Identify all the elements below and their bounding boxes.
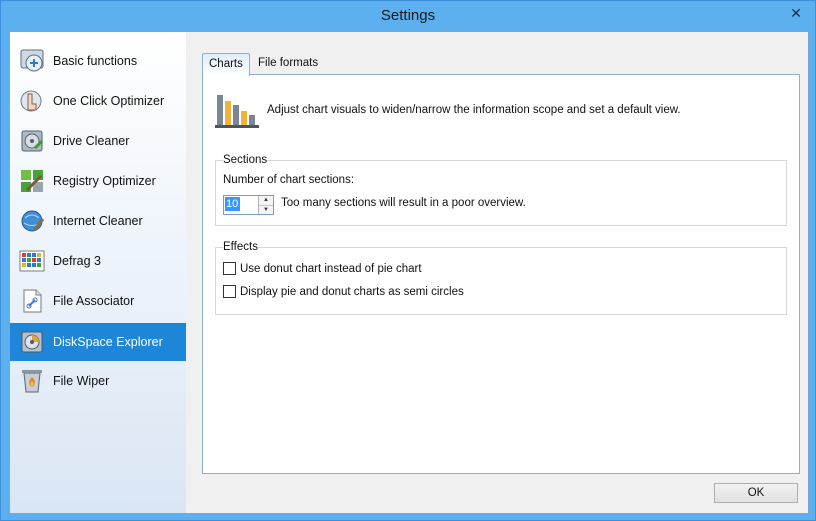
sidebar: Basic functions One Click Optimizer Driv… xyxy=(10,32,187,513)
donut-chart-checkbox[interactable] xyxy=(223,262,236,275)
semicircle-label[interactable]: Display pie and donut charts as semi cir… xyxy=(240,286,464,298)
sidebar-item-label: File Wiper xyxy=(53,374,110,388)
drive-cleaner-icon xyxy=(19,128,45,154)
internet-cleaner-icon xyxy=(19,208,45,234)
sidebar-item-defrag[interactable]: Defrag 3 xyxy=(10,242,186,280)
close-icon: ✕ xyxy=(790,5,802,21)
chart-sections-value[interactable]: 10 xyxy=(225,197,240,211)
effects-group-label: Effects xyxy=(223,241,258,253)
sidebar-item-file-associator[interactable]: File Associator xyxy=(10,282,186,320)
stepper-up-icon[interactable]: ▲ xyxy=(259,196,273,205)
donut-chart-label[interactable]: Use donut chart instead of pie chart xyxy=(240,263,422,275)
sidebar-item-label: DiskSpace Explorer xyxy=(53,335,163,349)
sidebar-item-label: Defrag 3 xyxy=(53,254,101,268)
one-click-optimizer-icon xyxy=(19,88,45,114)
sidebar-item-drive-cleaner[interactable]: Drive Cleaner xyxy=(10,122,186,160)
settings-content: Charts File formats Adjust chart visuals… xyxy=(186,32,808,513)
sidebar-item-diskspace-explorer[interactable]: DiskSpace Explorer xyxy=(10,323,186,361)
title-bar[interactable]: Settings ✕ xyxy=(1,1,815,31)
semicircle-checkbox[interactable] xyxy=(223,285,236,298)
file-associator-icon xyxy=(19,288,45,314)
charts-description: Adjust chart visuals to widen/narrow the… xyxy=(267,104,681,116)
bar-chart-icon xyxy=(215,91,259,131)
client-area: Basic functions One Click Optimizer Driv… xyxy=(9,31,809,514)
sidebar-item-label: Internet Cleaner xyxy=(53,214,143,228)
chart-sections-label: Number of chart sections: xyxy=(223,174,355,186)
close-button[interactable]: ✕ xyxy=(783,3,809,23)
stepper-buttons: ▲ ▼ xyxy=(258,196,273,214)
window-title: Settings xyxy=(380,7,436,24)
file-wiper-icon xyxy=(19,368,45,394)
tab-charts[interactable]: Charts xyxy=(202,53,250,76)
sidebar-item-file-wiper[interactable]: File Wiper xyxy=(10,362,186,400)
sidebar-item-label: File Associator xyxy=(53,294,135,308)
settings-window: Settings ✕ Basic functions One Click Opt… xyxy=(0,0,816,521)
sidebar-item-label: Drive Cleaner xyxy=(53,134,130,148)
charts-panel: Adjust chart visuals to widen/narrow the… xyxy=(202,74,800,474)
diskspace-explorer-icon xyxy=(19,329,45,355)
defrag-icon xyxy=(19,248,45,274)
donut-chart-option[interactable]: Use donut chart instead of pie chart xyxy=(223,262,422,275)
sidebar-item-basic-functions[interactable]: Basic functions xyxy=(10,42,186,80)
sidebar-item-label: Basic functions xyxy=(53,54,138,68)
registry-optimizer-icon xyxy=(19,168,45,194)
sections-group xyxy=(215,160,787,226)
sections-group-label: Sections xyxy=(223,154,268,166)
chart-sections-hint: Too many sections will result in a poor … xyxy=(281,197,526,209)
sidebar-item-registry-optimizer[interactable]: Registry Optimizer xyxy=(10,162,186,200)
tab-file-formats[interactable]: File formats xyxy=(252,53,324,74)
stepper-down-icon[interactable]: ▼ xyxy=(259,205,273,215)
sidebar-item-label: Registry Optimizer xyxy=(53,174,156,188)
ok-button[interactable]: OK xyxy=(714,483,798,503)
sidebar-item-internet-cleaner[interactable]: Internet Cleaner xyxy=(10,202,186,240)
basic-functions-icon xyxy=(19,48,45,74)
sidebar-item-one-click-optimizer[interactable]: One Click Optimizer xyxy=(10,82,186,120)
effects-group xyxy=(215,247,787,315)
semicircle-option[interactable]: Display pie and donut charts as semi cir… xyxy=(223,285,464,298)
sidebar-item-label: One Click Optimizer xyxy=(53,94,165,108)
chart-sections-stepper[interactable]: 10 ▲ ▼ xyxy=(223,195,274,215)
